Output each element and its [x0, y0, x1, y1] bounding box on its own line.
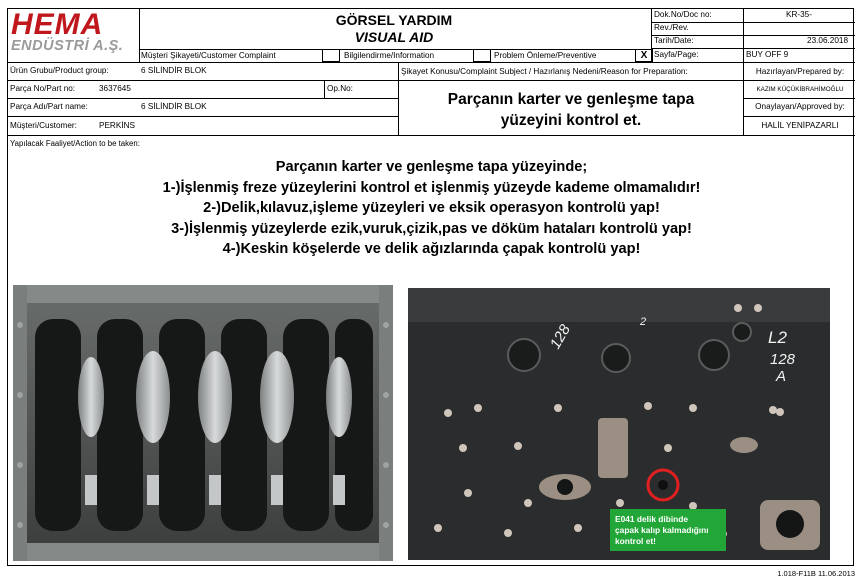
- instruction-list: Parçanın karter ve genleşme tapa yüzeyin…: [8, 157, 855, 260]
- customer-value: PERKİNS: [99, 121, 135, 130]
- category-complaint-label: Müşteri Şikayeti/Customer Complaint: [141, 51, 276, 60]
- customer-label: Müşteri/Customer:: [10, 121, 77, 130]
- part-no-label: Parça No/Part no:: [10, 84, 76, 93]
- product-group-value: 6 SİLİNDİR BLOK: [141, 66, 207, 75]
- category-preventive-label: Problem Önleme/Preventive: [494, 51, 597, 60]
- category-information-label: Bilgilendirme/Information: [344, 51, 435, 60]
- approved-by-label: Onaylayan/Approved by:: [755, 102, 845, 111]
- subject-label: Şikayet Konusu/Complaint Subject / Hazır…: [401, 67, 688, 76]
- callout-note: E041 delik dibinde çapak kalıp kalmadığı…: [610, 509, 726, 551]
- photo-crankcase-bottom: [13, 285, 393, 561]
- prepared-by-value: KAZIM KÜÇÜKİBRAHİMOĞLU: [756, 86, 844, 93]
- visual-aid-sheet: HEMA ENDÜSTRİ A.Ş. GÖRSEL YARDIM VISUAL …: [7, 8, 855, 566]
- callout-line: çapak kalıp kalmadığını: [615, 525, 709, 535]
- part-no-value: 3637645: [99, 84, 131, 93]
- part-name-value: 6 SİLİNDİR BLOK: [141, 102, 207, 111]
- rev-label: Rev./Rev.: [654, 23, 689, 32]
- callout-line: E041 delik dibinde: [615, 514, 689, 524]
- date-value: 23.06.2018: [807, 36, 848, 45]
- product-group-label: Ürün Grubu/Product group:: [10, 66, 109, 75]
- crankcase-illustration: [13, 285, 393, 561]
- instruction-intro: Parçanın karter ve genleşme tapa yüzeyin…: [275, 159, 588, 175]
- category-complaint-checkbox[interactable]: [322, 49, 340, 62]
- marking-text-4: A: [775, 368, 786, 385]
- part-name-label: Parça Adı/Part name:: [10, 102, 88, 111]
- instruction-item: 4-)Keskin köşelerde ve delik ağızlarında…: [222, 241, 641, 257]
- action-label: Yapılacak Faaliyet/Action to be taken:: [10, 139, 140, 148]
- subject-text: Parçanın karter ve genleşme tapa yüzeyin…: [400, 88, 742, 135]
- approved-by-value: HALİL YENİPAZARLI: [761, 121, 839, 130]
- category-information-checkbox[interactable]: [473, 49, 491, 62]
- marking-text-5: 2: [639, 316, 646, 328]
- logo-wordmark: HEMA: [11, 8, 104, 41]
- page-label: Sayfa/Page:: [654, 50, 699, 59]
- op-no-label: Op.No:: [327, 84, 353, 93]
- marking-text-3: 128: [770, 351, 796, 368]
- page-subtitle: VISUAL AID: [354, 29, 434, 45]
- instruction-item: 2-)Delik,kılavuz,işleme yüzeyleri ve eks…: [203, 200, 660, 216]
- doc-no-value: KR-35-: [786, 10, 812, 19]
- page-value: BUY OFF 9: [746, 50, 789, 59]
- form-code: 1.018-F11B 11.06.2013: [777, 569, 855, 578]
- marking-text-2: L2: [768, 328, 787, 347]
- date-label: Tarih/Date:: [654, 36, 694, 45]
- prepared-by-label: Hazırlayan/Prepared by:: [755, 67, 845, 76]
- subject-text-line2: yüzeyini kontrol et.: [500, 112, 642, 129]
- logo-tagline: ENDÜSTRİ A.Ş.: [11, 38, 124, 54]
- subject-text-line1: Parçanın karter ve genleşme tapa: [447, 91, 695, 108]
- callout-line: kontrol et!: [615, 536, 656, 546]
- instruction-item: 1-)İşlenmiş freze yüzeylerini kontrol et…: [162, 179, 701, 196]
- doc-no-label: Dok.No/Doc no:: [654, 10, 712, 19]
- company-logo: HEMA ENDÜSTRİ A.Ş.: [11, 8, 139, 54]
- instruction-item: 3-)İşlenmiş yüzeylerde ezik,vuruk,çizik,…: [171, 220, 692, 237]
- page-title: GÖRSEL YARDIM: [335, 12, 453, 28]
